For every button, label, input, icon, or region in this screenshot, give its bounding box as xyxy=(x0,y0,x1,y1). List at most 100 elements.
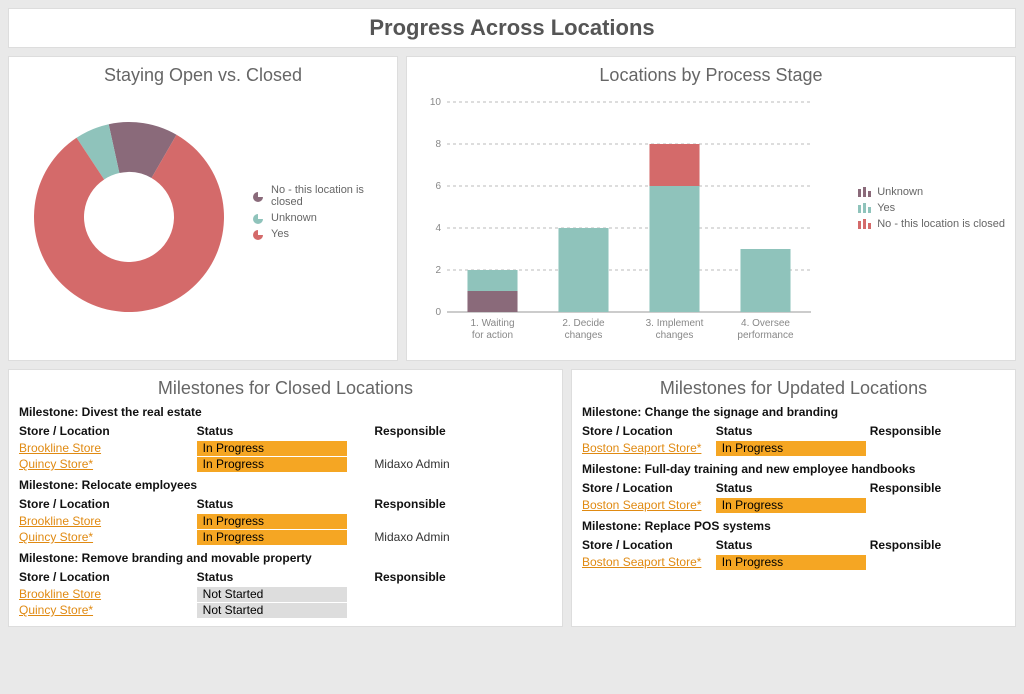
status-badge: In Progress xyxy=(197,441,347,456)
pie-legend: No - this location is closedUnknownYes xyxy=(251,180,387,244)
svg-text:for action: for action xyxy=(472,330,513,341)
pie-swatch-icon xyxy=(251,229,265,239)
bar-segment xyxy=(558,228,608,312)
col-status: Status xyxy=(716,479,870,497)
table-row: Quincy Store* Not Started xyxy=(19,602,552,618)
status-badge: In Progress xyxy=(197,530,347,545)
col-status: Status xyxy=(716,536,870,554)
location-link[interactable]: Brookline Store xyxy=(19,514,101,528)
svg-text:8: 8 xyxy=(435,139,441,150)
milestone-heading: Milestone: Remove branding and movable p… xyxy=(19,551,552,565)
closed-title: Milestones for Closed Locations xyxy=(19,378,552,399)
legend-item: No - this location is closed xyxy=(251,184,387,208)
milestone-table: Store / Location Status ResponsibleBrook… xyxy=(19,495,552,545)
col-store: Store / Location xyxy=(19,495,197,513)
bar-title: Locations by Process Stage xyxy=(417,65,1005,86)
location-link[interactable]: Boston Seaport Store* xyxy=(582,498,701,512)
milestone-table: Store / Location Status ResponsibleBosto… xyxy=(582,536,1005,570)
col-store: Store / Location xyxy=(19,568,197,586)
panel-milestones-updated: Milestones for Updated Locations Milesto… xyxy=(571,369,1016,627)
svg-text:10: 10 xyxy=(430,97,442,108)
legend-label: No - this location is closed xyxy=(877,218,1005,230)
table-row: Brookline Store Not Started xyxy=(19,586,552,602)
svg-text:4. Oversee: 4. Oversee xyxy=(741,318,790,329)
milestone-heading: Milestone: Replace POS systems xyxy=(582,519,1005,533)
svg-text:4: 4 xyxy=(435,223,441,234)
table-row: Boston Seaport Store* In Progress xyxy=(582,554,1005,570)
pie-swatch-icon xyxy=(251,191,265,201)
responsible-cell xyxy=(870,440,1005,456)
table-row: Quincy Store*In ProgressMidaxo Admin xyxy=(19,529,552,545)
responsible-cell xyxy=(870,554,1005,570)
milestone-table: Store / Location Status ResponsibleBosto… xyxy=(582,479,1005,513)
panel-process-stage: Locations by Process Stage 2 4 6 8 10 0 1. Wai… xyxy=(406,56,1016,361)
col-status: Status xyxy=(197,568,375,586)
status-badge: In Progress xyxy=(716,441,866,456)
table-row: Brookline StoreIn Progress xyxy=(19,513,552,529)
col-resp: Responsible xyxy=(374,422,552,440)
svg-text:6: 6 xyxy=(435,181,441,192)
legend-label: No - this location is closed xyxy=(271,184,387,208)
col-status: Status xyxy=(197,422,375,440)
bar-legend: Unknown Yes No - this location is closed xyxy=(857,182,1005,234)
location-link[interactable]: Boston Seaport Store* xyxy=(582,555,701,569)
milestone-heading: Milestone: Relocate employees xyxy=(19,478,552,492)
pie-chart xyxy=(19,92,239,332)
legend-label: Yes xyxy=(877,202,895,214)
location-link[interactable]: Brookline Store xyxy=(19,587,101,601)
responsible-cell xyxy=(374,440,552,456)
milestone-table: Store / Location Status ResponsibleBrook… xyxy=(19,568,552,618)
table-row: Boston Seaport Store* In Progress xyxy=(582,497,1005,513)
pie-title: Staying Open vs. Closed xyxy=(19,65,387,86)
panel-milestones-closed: Milestones for Closed Locations Mileston… xyxy=(8,369,563,627)
col-resp: Responsible xyxy=(870,479,1005,497)
col-status: Status xyxy=(197,495,375,513)
bar-segment xyxy=(649,144,699,186)
col-resp: Responsible xyxy=(870,536,1005,554)
col-resp: Responsible xyxy=(374,568,552,586)
legend-item: Yes xyxy=(857,202,1005,214)
legend-label: Unknown xyxy=(877,186,923,198)
svg-text:changes: changes xyxy=(656,330,694,341)
milestone-table: Store / Location Status ResponsibleBosto… xyxy=(582,422,1005,456)
svg-text:0: 0 xyxy=(435,307,441,318)
col-store: Store / Location xyxy=(582,479,716,497)
location-link[interactable]: Brookline Store xyxy=(19,441,101,455)
col-resp: Responsible xyxy=(374,495,552,513)
legend-item: Unknown xyxy=(857,186,1005,198)
bar-segment xyxy=(467,270,517,291)
col-store: Store / Location xyxy=(582,422,716,440)
bar-swatch-icon xyxy=(857,203,871,213)
bar-segment xyxy=(649,186,699,312)
responsible-cell xyxy=(374,513,552,529)
responsible-cell xyxy=(870,497,1005,513)
bar-swatch-icon xyxy=(857,187,871,197)
svg-text:3. Implement: 3. Implement xyxy=(646,318,704,329)
responsible-cell xyxy=(374,602,552,618)
status-badge: In Progress xyxy=(716,498,866,513)
legend-label: Yes xyxy=(271,228,289,240)
bar-segment xyxy=(467,291,517,312)
milestone-table: Store / Location Status Responsible Brook… xyxy=(19,422,552,472)
legend-item: Yes xyxy=(251,228,387,240)
location-link[interactable]: Quincy Store* xyxy=(19,530,93,544)
table-row: Boston Seaport Store* In Progress xyxy=(582,440,1005,456)
col-resp: Responsible xyxy=(870,422,1005,440)
svg-text:2: 2 xyxy=(435,265,441,276)
svg-text:changes: changes xyxy=(565,330,603,341)
location-link[interactable]: Boston Seaport Store* xyxy=(582,441,701,455)
status-badge: In Progress xyxy=(197,457,347,472)
milestone-heading: Milestone: Full-day training and new emp… xyxy=(582,462,1005,476)
status-badge: Not Started xyxy=(197,603,347,618)
location-link[interactable]: Quincy Store* xyxy=(19,603,93,617)
legend-item: No - this location is closed xyxy=(857,218,1005,230)
svg-text:1. Waiting: 1. Waiting xyxy=(470,318,514,329)
pie-swatch-icon xyxy=(251,213,265,223)
status-badge: Not Started xyxy=(197,587,347,602)
col-store: Store / Location xyxy=(19,422,197,440)
status-badge: In Progress xyxy=(716,555,866,570)
milestone-heading: Milestone: Change the signage and brandi… xyxy=(582,405,1005,419)
bar-chart: 24681001. Waitingfor action2. Decidechan… xyxy=(417,92,843,352)
location-link[interactable]: Quincy Store* xyxy=(19,457,93,471)
svg-text:2. Decide: 2. Decide xyxy=(562,318,605,329)
